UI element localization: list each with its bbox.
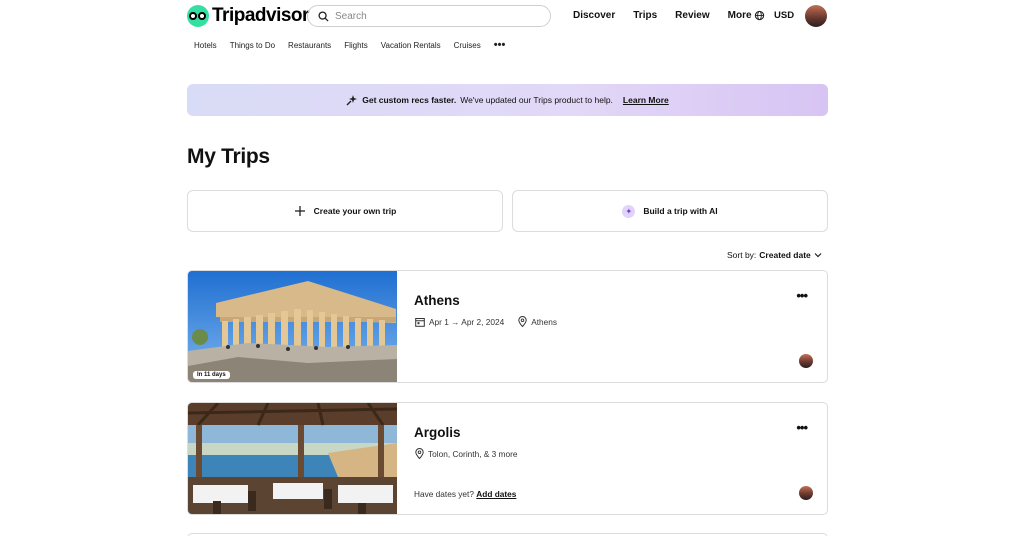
sort-dropdown[interactable]: Sort by: Created date <box>727 250 822 260</box>
map-pin-icon <box>415 448 424 459</box>
trip-card[interactable]: Argolis Tolon, Corinth, & 3 more Have da… <box>187 402 828 515</box>
nav-trips[interactable]: Trips <box>633 10 657 21</box>
banner-text: We've updated our Trips product to help. <box>460 95 613 105</box>
banner-headline: Get custom recs faster. <box>362 95 457 105</box>
calendar-icon <box>415 317 425 327</box>
subnav-vacation-rentals[interactable]: Vacation Rentals <box>381 41 441 50</box>
brand-logo[interactable]: Tripadvisor <box>187 5 309 27</box>
main-nav: Discover Trips Review More <box>573 10 770 21</box>
nav-discover[interactable]: Discover <box>573 10 615 21</box>
info-banner: Get custom recs faster. We've updated ou… <box>187 84 828 116</box>
currency-selector[interactable]: USD <box>754 10 794 21</box>
user-avatar[interactable] <box>805 5 827 27</box>
dates-prompt-text: Have dates yet? <box>414 489 474 499</box>
nav-more[interactable]: More <box>728 10 752 21</box>
more-options-icon[interactable]: ••• <box>796 420 808 435</box>
owl-logo-icon <box>187 5 209 27</box>
dates-prompt: Have dates yet? Add dates <box>414 489 516 499</box>
ai-sparkle-icon: ✦ <box>622 204 636 218</box>
brand-name: Tripadvisor <box>212 5 309 26</box>
plus-icon <box>294 206 305 216</box>
create-trip-button[interactable]: Create your own trip <box>187 190 503 232</box>
chevron-down-icon <box>814 253 822 258</box>
subnav-flights[interactable]: Flights <box>344 41 368 50</box>
category-nav: Hotels Things to Do Restaurants Flights … <box>194 39 518 51</box>
subnav-things-to-do[interactable]: Things to Do <box>230 41 275 50</box>
subnav-hotels[interactable]: Hotels <box>194 41 217 50</box>
collaborator-avatar <box>799 486 813 500</box>
build-trip-ai-button[interactable]: ✦ Build a trip with AI <box>512 190 828 232</box>
trip-title[interactable]: Athens <box>414 293 460 308</box>
collaborator-avatar <box>799 354 813 368</box>
sort-label: Sort by: <box>727 250 757 260</box>
map-pin-icon <box>518 316 527 327</box>
search-box[interactable] <box>307 5 551 27</box>
search-input[interactable] <box>335 10 535 22</box>
currency-label: USD <box>774 10 795 21</box>
trip-title[interactable]: Argolis <box>414 425 461 440</box>
learn-more-link[interactable]: Learn More <box>623 95 669 105</box>
subnav-restaurants[interactable]: Restaurants <box>288 41 331 50</box>
subnav-cruises[interactable]: Cruises <box>454 41 481 50</box>
top-bar: Tripadvisor Discover Trips Review More U… <box>0 0 1024 34</box>
sort-value: Created date <box>759 250 811 260</box>
trip-photo-terrace <box>188 403 397 514</box>
trip-card[interactable]: In 11 days Athens Apr 1 → Apr 2, 2024 At… <box>187 270 828 383</box>
globe-icon <box>754 10 765 21</box>
page-title: My Trips <box>187 145 270 168</box>
trip-location: Tolon, Corinth, & 3 more <box>428 448 518 459</box>
sparkle-icon <box>346 95 358 106</box>
add-dates-link[interactable]: Add dates <box>476 489 516 499</box>
nav-review[interactable]: Review <box>675 10 709 21</box>
trip-meta: Apr 1 → Apr 2, 2024 Athens <box>415 316 557 327</box>
more-categories-icon[interactable]: ••• <box>494 39 506 51</box>
trip-photo-parthenon: In 11 days <box>188 271 397 382</box>
countdown-badge: In 11 days <box>193 371 230 379</box>
build-trip-ai-label: Build a trip with AI <box>643 206 718 216</box>
search-icon <box>318 10 329 22</box>
create-trip-label: Create your own trip <box>313 206 397 216</box>
trip-dates: Apr 1 → Apr 2, 2024 <box>429 316 505 327</box>
more-options-icon[interactable]: ••• <box>796 288 808 303</box>
trip-location: Athens <box>531 316 558 327</box>
trip-meta: Tolon, Corinth, & 3 more <box>415 448 517 459</box>
